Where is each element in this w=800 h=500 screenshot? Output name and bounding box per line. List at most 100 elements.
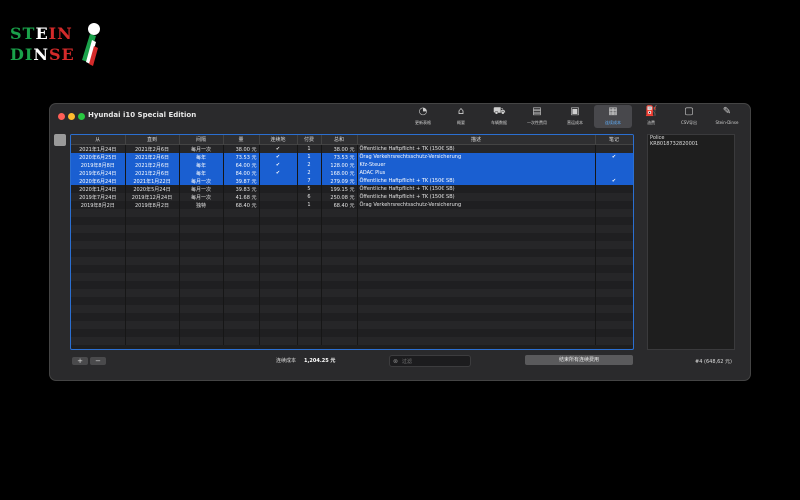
cell-interval [179, 217, 224, 225]
empty-row[interactable] [71, 297, 633, 305]
toolbar-fuel[interactable]: ⛽ 油费 [632, 105, 670, 128]
toolbar-overview[interactable]: ⌂ 概要 [442, 105, 480, 128]
cell-from [71, 289, 126, 297]
cell-interval: 每月一次 [179, 144, 224, 153]
table-row[interactable]: 2020年1月24日 2020年5月24日 每月一次 39.83 元 5 199.15 元… [71, 185, 633, 193]
cell-to [125, 329, 180, 337]
cell-from [71, 297, 126, 305]
cell-from: 2020年1月24日 [71, 185, 126, 193]
empty-row[interactable] [71, 249, 633, 257]
continuous-cost-label: 连续成本 [276, 358, 297, 364]
cell-sum [321, 289, 358, 297]
cell-note [595, 169, 633, 177]
empty-row[interactable] [71, 281, 633, 289]
cell-description: Öffentliche Haftpflicht + TK (150€ SB) [357, 193, 596, 201]
empty-row[interactable] [71, 233, 633, 241]
cell-continuous [259, 201, 298, 209]
toolbar-stein-dinse[interactable]: ✎ Stein-Dinse [708, 105, 746, 128]
close-window-button[interactable] [58, 113, 65, 120]
zoom-window-button[interactable] [78, 113, 85, 120]
col-interval[interactable]: 间隔 [179, 135, 224, 145]
empty-row[interactable] [71, 241, 633, 249]
filter-input[interactable]: ⊗ 过滤 [389, 355, 471, 367]
table-row[interactable]: 2019年6月24日 2021年2月6日 每年 84.00 元 ✔ 2 168.00 元 AD… [71, 169, 633, 177]
toolbar-operating-costs[interactable]: ▣ 营运成本 [556, 105, 594, 128]
car-sidebar-icon[interactable] [54, 134, 66, 146]
add-button[interactable]: + [72, 357, 88, 365]
col-note[interactable]: 笔记 [595, 135, 633, 145]
cell-from [71, 281, 126, 289]
empty-row[interactable] [71, 265, 633, 273]
cell-sum: 128.00 元 [321, 161, 358, 169]
cell-paid [297, 321, 322, 329]
toolbar-one-time-costs[interactable]: ▤ 一次性费用 [518, 105, 556, 128]
col-description[interactable]: 描述 [357, 135, 596, 145]
cell-continuous: ✔ [259, 153, 298, 161]
cell-from [71, 273, 126, 281]
empty-row[interactable] [71, 209, 633, 217]
empty-row[interactable] [71, 217, 633, 225]
col-continuous[interactable]: 连续地 [259, 135, 298, 145]
cell-continuous [259, 249, 298, 257]
cell-paid [297, 337, 322, 345]
empty-row[interactable] [71, 225, 633, 233]
cell-interval [179, 225, 224, 233]
end-all-continuous-costs-button[interactable]: 结束所有连续费用 [525, 355, 633, 365]
table-row[interactable]: 2020年6月25日 2021年2月6日 每年 73.53 元 ✔ 1 73.53 元 Öra… [71, 153, 633, 161]
toolbar-vehicle-data[interactable]: ⛟ 车辆数据 [480, 105, 518, 128]
cell-continuous [259, 265, 298, 273]
col-to[interactable]: 直到 [125, 135, 180, 145]
logo-line2: DINSE [10, 45, 75, 64]
toolbar-csv-export[interactable]: ▢ CSV导出 [670, 105, 708, 128]
app-window: Hyundai i10 Special Edition ◔ 更新表格 ⌂ 概要 … [50, 104, 750, 380]
notes-panel[interactable]: Police KR8018732820001 [647, 134, 735, 350]
cell-interval [179, 305, 224, 313]
cell-paid [297, 281, 322, 289]
remove-button[interactable]: − [90, 357, 106, 365]
table-header-row: 从 直到 间隔 量 连续地 付费 总和 描述 笔记 [71, 135, 633, 145]
col-amount[interactable]: 量 [223, 135, 260, 145]
table-row[interactable]: 2019年8月2日 2019年8月2日 独特 68.40 元 1 68.40 元 Örag … [71, 201, 633, 209]
cell-amount [223, 337, 260, 345]
cell-amount: 39.83 元 [223, 185, 260, 193]
cell-continuous [259, 297, 298, 305]
cell-sum [321, 297, 358, 305]
cell-from: 2020年6月25日 [71, 153, 126, 161]
empty-row[interactable] [71, 313, 633, 321]
cell-amount [223, 241, 260, 249]
empty-row[interactable] [71, 337, 633, 345]
cell-interval [179, 289, 224, 297]
minimize-window-button[interactable] [68, 113, 75, 120]
cell-paid: 2 [297, 169, 322, 177]
cell-description: Öffentliche Haftpflicht + TK (150€ SB) [357, 177, 596, 185]
cell-to: 2021年2月6日 [125, 161, 180, 169]
cell-paid [297, 209, 322, 217]
empty-row[interactable] [71, 257, 633, 265]
cell-amount: 39.87 元 [223, 177, 260, 185]
cell-note [595, 193, 633, 201]
table-row[interactable]: 2019年7月24日 2019年12月24日 每月一次 41.68 元 6 250.08 … [71, 193, 633, 201]
col-sum[interactable]: 总和 [321, 135, 358, 145]
table-row[interactable]: 2020年6月24日 2021年1月22日 每月一次 39.87 元 7 279.09 元… [71, 177, 633, 185]
cell-from [71, 337, 126, 345]
cell-to [125, 305, 180, 313]
empty-row[interactable] [71, 329, 633, 337]
cell-note [595, 265, 633, 273]
empty-row[interactable] [71, 321, 633, 329]
toolbar-continuous-costs[interactable]: ▦ 连续成本 [594, 105, 632, 128]
empty-row[interactable] [71, 289, 633, 297]
cell-description [357, 321, 596, 329]
table-row[interactable]: 2021年1月24日 2021年2月6日 每月一次 38.00 元 ✔ 1 38.00 元Ö… [71, 144, 633, 153]
col-paid[interactable]: 付费 [297, 135, 322, 145]
cell-continuous [259, 281, 298, 289]
empty-row[interactable] [71, 273, 633, 281]
cell-to [125, 241, 180, 249]
cell-interval [179, 249, 224, 257]
col-from[interactable]: 从 [71, 135, 126, 145]
toolbar-update-table[interactable]: ◔ 更新表格 [404, 105, 442, 128]
empty-row[interactable] [71, 305, 633, 313]
table-row[interactable]: 2019年8月8日 2021年2月6日 每年 64.00 元 ✔ 2 128.00 元 Kfz… [71, 161, 633, 169]
cell-note [595, 313, 633, 321]
cell-from: 2021年1月24日 [71, 144, 126, 153]
cell-paid [297, 289, 322, 297]
